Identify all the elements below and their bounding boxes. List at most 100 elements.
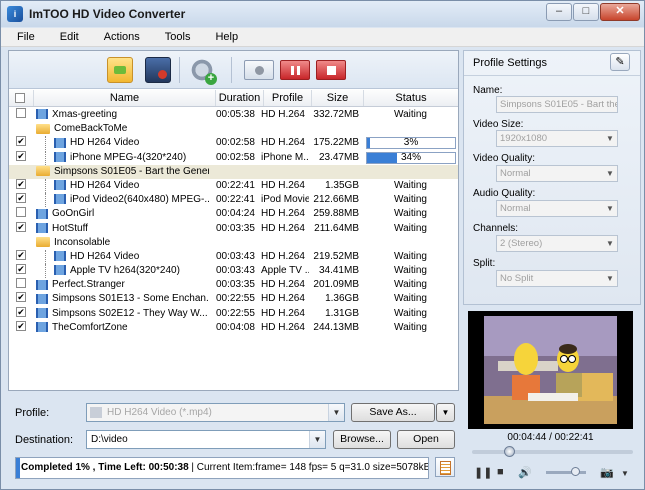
seek-slider[interactable] — [472, 446, 633, 457]
table-row[interactable]: ✔ HD H264 Video 00:02:58 HD H.264 175.22MB 3% — [9, 136, 458, 151]
menu-help[interactable]: Help — [203, 31, 251, 43]
col-duration[interactable]: Duration — [216, 90, 264, 106]
video-preview[interactable] — [468, 311, 633, 429]
video-file-icon — [54, 194, 66, 205]
row-duration: 00:22:41 — [216, 194, 255, 206]
row-checkbox[interactable]: ✔ — [16, 150, 26, 161]
progress-fill — [367, 138, 370, 149]
maximize-button[interactable]: □ — [573, 3, 599, 21]
row-checkbox[interactable]: ✔ — [16, 178, 26, 189]
profile-select[interactable]: HD H264 Video (*.mp4) ▼ — [86, 403, 345, 422]
table-row[interactable]: Perfect.Stranger 00:03:35 HD H.264 201.09MB… — [9, 278, 458, 292]
table-row[interactable]: Xmas-greeting 00:05:38 HD H.264 332.72MB Wai… — [9, 108, 458, 122]
browse-button[interactable]: Browse... — [333, 430, 391, 449]
video-file-icon — [36, 293, 48, 304]
row-checkbox[interactable]: ✔ — [16, 292, 26, 303]
snapshot-camera-icon[interactable]: 📷 — [600, 466, 614, 479]
col-profile[interactable]: Profile — [264, 90, 312, 106]
convert-button[interactable] — [244, 60, 274, 80]
menu-edit[interactable]: Edit — [48, 31, 92, 43]
row-size: 211.64MB — [314, 222, 359, 234]
video-quality-select[interactable]: Normal ▼ — [496, 165, 618, 182]
row-profile: HD H.264 — [261, 179, 305, 191]
preview-frame-image — [484, 316, 617, 424]
menu-actions[interactable]: Actions — [92, 31, 153, 43]
profile-settings-panel: Profile Settings ✎ Name: Simpsons S01E05… — [463, 50, 641, 305]
video-file-icon — [36, 208, 48, 219]
row-checkbox[interactable] — [16, 278, 26, 289]
pause-button[interactable] — [280, 60, 310, 80]
row-profile: HD H.264 — [261, 250, 305, 262]
volume-handle[interactable] — [571, 467, 581, 476]
video-size-select[interactable]: 1920x1080 ▼ — [496, 130, 618, 147]
menu-file[interactable]: File — [1, 31, 48, 43]
table-row[interactable]: ✔ TheComfortZone 00:04:08 HD H.264 244.13MB W… — [9, 320, 458, 335]
select-all-header[interactable] — [9, 90, 34, 106]
col-size[interactable]: Size — [312, 90, 364, 106]
row-profile: HD H.264 — [261, 321, 305, 333]
pause-icon[interactable]: ❚❚ — [474, 466, 492, 479]
table-row[interactable]: GoOnGirl 00:04:24 HD H.264 259.88MB Waiting — [9, 207, 458, 221]
destination-input[interactable]: D:\video ▼ — [86, 430, 326, 449]
remove-video-button[interactable] — [145, 57, 171, 83]
folder-row[interactable]: ComeBackToMe — [9, 122, 458, 137]
col-status[interactable]: Status — [364, 90, 458, 106]
row-checkbox[interactable]: ✔ — [16, 306, 26, 317]
row-checkbox[interactable]: ✔ — [16, 320, 26, 331]
name-field[interactable]: Simpsons S01E05 - Bart the G — [496, 96, 618, 113]
row-checkbox[interactable]: ✔ — [16, 249, 26, 260]
profile-value: HD H264 Video (*.mp4) — [107, 407, 212, 418]
save-as-dropdown-button[interactable]: ▼ — [436, 403, 455, 422]
stop-button[interactable] — [316, 60, 346, 80]
split-select[interactable]: No Split ▼ — [496, 270, 618, 287]
log-icon[interactable] — [435, 457, 455, 477]
row-name: HD H264 Video — [70, 179, 140, 191]
row-size: 219.52MB — [313, 250, 359, 262]
menu-tools[interactable]: Tools — [153, 31, 204, 43]
row-size: 332.72MB — [313, 109, 359, 120]
row-checkbox[interactable] — [16, 108, 26, 118]
save-as-button[interactable]: Save As... — [351, 403, 435, 422]
minimize-button[interactable]: – — [546, 3, 572, 21]
table-row[interactable]: ✔ Apple TV h264(320*240) 00:03:43 Apple TV … — [9, 264, 458, 279]
seek-handle[interactable] — [503, 446, 515, 457]
select-all-checkbox[interactable] — [15, 93, 25, 103]
progress-text: 34% — [400, 151, 421, 163]
add-profile-button[interactable] — [189, 57, 217, 85]
col-name[interactable]: Name — [34, 90, 216, 106]
row-name: Inconsolable — [54, 236, 111, 248]
edit-profile-button[interactable]: ✎ — [610, 53, 630, 71]
progress-text: 3% — [403, 137, 419, 149]
row-checkbox[interactable]: ✔ — [16, 136, 26, 147]
table-row[interactable]: ✔ iPhone MPEG-4(320*240) 00:02:58 iPhone M.… — [9, 150, 458, 165]
row-name: Simpsons S02E12 - They Way W... — [52, 307, 208, 319]
table-row[interactable]: ✔ HotStuff 00:03:35 HD H.264 211.64MB Waiting — [9, 221, 458, 236]
row-checkbox[interactable]: ✔ — [16, 221, 26, 232]
volume-slider[interactable] — [546, 467, 586, 476]
channels-select[interactable]: 2 (Stereo) ▼ — [496, 235, 618, 252]
table-row[interactable]: ✔ HD H264 Video 00:22:41 HD H.264 1.35GB Wait… — [9, 178, 458, 193]
table-row[interactable]: ✔ Simpsons S01E13 - Some Enchan... 00:22:5… — [9, 292, 458, 306]
stop-icon[interactable]: ■ — [497, 466, 504, 478]
row-checkbox[interactable]: ✔ — [16, 193, 26, 204]
add-files-button[interactable] — [107, 57, 133, 83]
channels-label: Channels: — [473, 223, 519, 234]
row-checkbox[interactable]: ✔ — [16, 264, 26, 275]
table-row[interactable]: ✔ iPod Video2(640x480) MPEG-... 00:22:41 iP… — [9, 193, 458, 208]
tree-line — [45, 249, 46, 264]
chevron-down-icon[interactable]: ▼ — [621, 469, 629, 478]
row-name: Xmas-greeting — [52, 109, 118, 120]
table-row[interactable]: ✔ Simpsons S02E12 - They Way W... 00:22:55… — [9, 306, 458, 321]
volume-icon[interactable]: 🔊 — [518, 466, 532, 479]
toolbar — [9, 51, 458, 89]
row-checkbox[interactable] — [16, 207, 26, 218]
close-button[interactable]: ✕ — [600, 3, 640, 21]
playback-time: 00:04:44 / 00:22:41 — [507, 432, 594, 443]
table-row[interactable]: ✔ HD H264 Video 00:03:43 HD H.264 219.52MB Wa… — [9, 249, 458, 264]
folder-row[interactable]: Inconsolable — [9, 235, 458, 250]
film-icon — [90, 407, 102, 418]
folder-row[interactable]: Simpsons S01E05 - Bart the General — [9, 164, 458, 179]
audio-quality-select[interactable]: Normal ▼ — [496, 200, 618, 217]
conversion-progress-bar: 34% — [366, 151, 456, 164]
open-button[interactable]: Open — [397, 430, 455, 449]
